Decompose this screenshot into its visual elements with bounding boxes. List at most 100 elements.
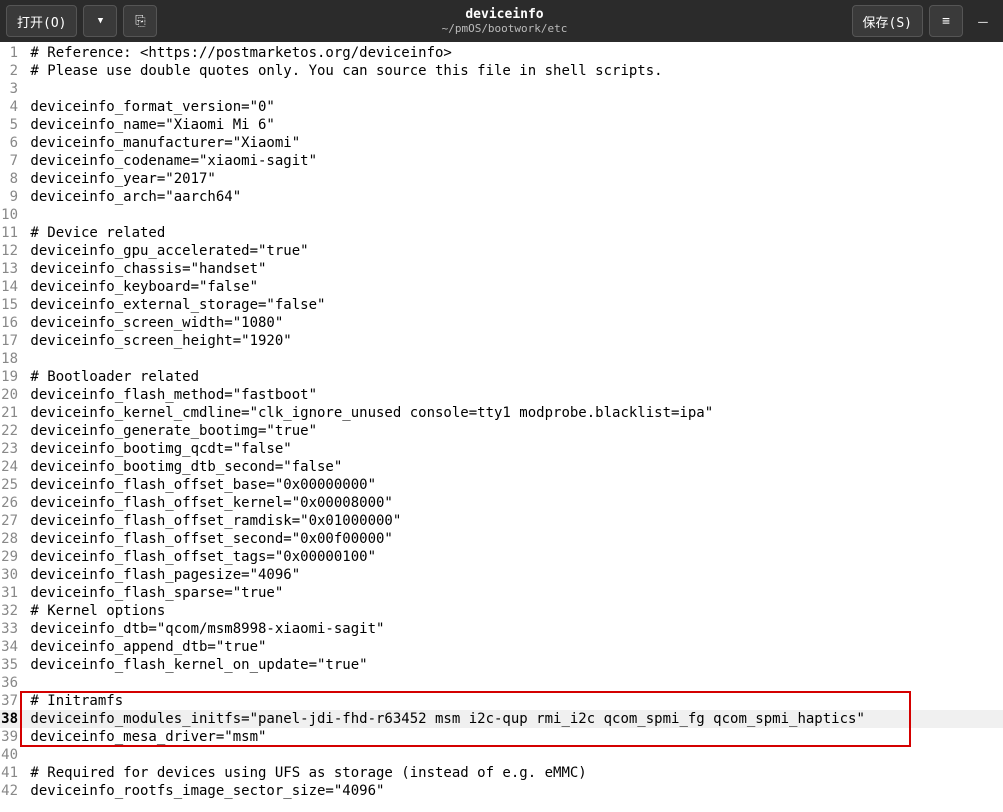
line-content: deviceinfo_kernel_cmdline="clk_ignore_un…	[22, 404, 713, 422]
code-line[interactable]: 12 deviceinfo_gpu_accelerated="true"	[0, 242, 1003, 260]
code-line[interactable]: 34 deviceinfo_append_dtb="true"	[0, 638, 1003, 656]
line-number: 15	[0, 296, 22, 314]
code-line[interactable]: 19 # Bootloader related	[0, 368, 1003, 386]
line-content: deviceinfo_flash_kernel_on_update="true"	[22, 656, 368, 674]
code-line[interactable]: 31 deviceinfo_flash_sparse="true"	[0, 584, 1003, 602]
code-line[interactable]: 41 # Required for devices using UFS as s…	[0, 764, 1003, 782]
code-line[interactable]: 22 deviceinfo_generate_bootimg="true"	[0, 422, 1003, 440]
line-number: 13	[0, 260, 22, 278]
code-line[interactable]: 32 # Kernel options	[0, 602, 1003, 620]
code-line[interactable]: 40	[0, 746, 1003, 764]
code-line[interactable]: 30 deviceinfo_flash_pagesize="4096"	[0, 566, 1003, 584]
line-content: deviceinfo_flash_offset_second="0x00f000…	[22, 530, 393, 548]
code-line[interactable]: 11 # Device related	[0, 224, 1003, 242]
code-line[interactable]: 33 deviceinfo_dtb="qcom/msm8998-xiaomi-s…	[0, 620, 1003, 638]
line-content: # Bootloader related	[22, 368, 199, 386]
line-content: deviceinfo_rootfs_image_sector_size="409…	[22, 782, 384, 800]
line-number: 40	[0, 746, 22, 764]
line-number: 32	[0, 602, 22, 620]
code-line[interactable]: 25 deviceinfo_flash_offset_base="0x00000…	[0, 476, 1003, 494]
line-number: 7	[0, 152, 22, 170]
open-button[interactable]: 打开(O)	[6, 5, 77, 37]
code-line[interactable]: 10	[0, 206, 1003, 224]
line-content: deviceinfo_codename="xiaomi-sagit"	[22, 152, 317, 170]
line-content: # Please use double quotes only. You can…	[22, 62, 663, 80]
code-line[interactable]: 13 deviceinfo_chassis="handset"	[0, 260, 1003, 278]
code-line[interactable]: 26 deviceinfo_flash_offset_kernel="0x000…	[0, 494, 1003, 512]
code-line[interactable]: 14 deviceinfo_keyboard="false"	[0, 278, 1003, 296]
line-content: deviceinfo_screen_height="1920"	[22, 332, 292, 350]
code-line[interactable]: 20 deviceinfo_flash_method="fastboot"	[0, 386, 1003, 404]
line-number: 26	[0, 494, 22, 512]
line-content: deviceinfo_flash_method="fastboot"	[22, 386, 317, 404]
line-number: 30	[0, 566, 22, 584]
line-number: 33	[0, 620, 22, 638]
code-line[interactable]: 35 deviceinfo_flash_kernel_on_update="tr…	[0, 656, 1003, 674]
code-line[interactable]: 8 deviceinfo_year="2017"	[0, 170, 1003, 188]
line-number: 24	[0, 458, 22, 476]
line-content: deviceinfo_flash_offset_ramdisk="0x01000…	[22, 512, 401, 530]
code-line[interactable]: 27 deviceinfo_flash_offset_ramdisk="0x01…	[0, 512, 1003, 530]
minimize-button[interactable]: —	[969, 12, 997, 31]
new-tab-button[interactable]: ⎘	[123, 5, 157, 37]
code-line[interactable]: 17 deviceinfo_screen_height="1920"	[0, 332, 1003, 350]
line-content: deviceinfo_generate_bootimg="true"	[22, 422, 317, 440]
line-number: 19	[0, 368, 22, 386]
code-line[interactable]: 24 deviceinfo_bootimg_dtb_second="false"	[0, 458, 1003, 476]
line-content	[22, 206, 30, 224]
code-line[interactable]: 2 # Please use double quotes only. You c…	[0, 62, 1003, 80]
line-content: # Required for devices using UFS as stor…	[22, 764, 587, 782]
line-content: deviceinfo_year="2017"	[22, 170, 216, 188]
line-number: 21	[0, 404, 22, 422]
editor-area[interactable]: 1 # Reference: <https://postmarketos.org…	[0, 42, 1003, 800]
code-line[interactable]: 18	[0, 350, 1003, 368]
line-content: deviceinfo_chassis="handset"	[22, 260, 266, 278]
line-content	[22, 80, 30, 98]
code-line[interactable]: 15 deviceinfo_external_storage="false"	[0, 296, 1003, 314]
code-line[interactable]: 39 deviceinfo_mesa_driver="msm"	[0, 728, 1003, 746]
open-recent-dropdown[interactable]: ▼	[83, 5, 117, 37]
code-line[interactable]: 9 deviceinfo_arch="aarch64"	[0, 188, 1003, 206]
code-line[interactable]: 37 # Initramfs	[0, 692, 1003, 710]
line-content: # Reference: <https://postmarketos.org/d…	[22, 44, 452, 62]
line-content	[22, 746, 30, 764]
line-number: 1	[0, 44, 22, 62]
code-line[interactable]: 28 deviceinfo_flash_offset_second="0x00f…	[0, 530, 1003, 548]
line-number: 37	[0, 692, 22, 710]
line-number: 27	[0, 512, 22, 530]
code-line[interactable]: 23 deviceinfo_bootimg_qcdt="false"	[0, 440, 1003, 458]
code-line[interactable]: 36	[0, 674, 1003, 692]
line-number: 20	[0, 386, 22, 404]
line-number: 38	[0, 710, 22, 728]
save-label: 保存(S)	[863, 12, 912, 31]
line-content: # Initramfs	[22, 692, 123, 710]
line-content: deviceinfo_flash_offset_tags="0x00000100…	[22, 548, 376, 566]
code-line[interactable]: 5 deviceinfo_name="Xiaomi Mi 6"	[0, 116, 1003, 134]
line-content: deviceinfo_flash_sparse="true"	[22, 584, 283, 602]
line-number: 3	[0, 80, 22, 98]
code-line[interactable]: 29 deviceinfo_flash_offset_tags="0x00000…	[0, 548, 1003, 566]
line-content: deviceinfo_modules_initfs="panel-jdi-fhd…	[22, 710, 865, 728]
line-content: deviceinfo_name="Xiaomi Mi 6"	[22, 116, 275, 134]
line-number: 22	[0, 422, 22, 440]
save-button[interactable]: 保存(S)	[852, 5, 923, 37]
code-line[interactable]: 42 deviceinfo_rootfs_image_sector_size="…	[0, 782, 1003, 800]
code-line[interactable]: 4 deviceinfo_format_version="0"	[0, 98, 1003, 116]
code-line[interactable]: 16 deviceinfo_screen_width="1080"	[0, 314, 1003, 332]
code-line[interactable]: 6 deviceinfo_manufacturer="Xiaomi"	[0, 134, 1003, 152]
line-content: deviceinfo_bootimg_dtb_second="false"	[22, 458, 342, 476]
line-number: 5	[0, 116, 22, 134]
code-line[interactable]: 38 deviceinfo_modules_initfs="panel-jdi-…	[0, 710, 1003, 728]
hamburger-icon: ≡	[942, 14, 950, 29]
code-line[interactable]: 7 deviceinfo_codename="xiaomi-sagit"	[0, 152, 1003, 170]
line-content: deviceinfo_external_storage="false"	[22, 296, 325, 314]
code-line[interactable]: 1 # Reference: <https://postmarketos.org…	[0, 44, 1003, 62]
line-content: deviceinfo_flash_offset_kernel="0x000080…	[22, 494, 393, 512]
line-number: 6	[0, 134, 22, 152]
menu-button[interactable]: ≡	[929, 5, 963, 37]
code-line[interactable]: 3	[0, 80, 1003, 98]
line-number: 42	[0, 782, 22, 800]
line-number: 39	[0, 728, 22, 746]
line-content: deviceinfo_append_dtb="true"	[22, 638, 266, 656]
code-line[interactable]: 21 deviceinfo_kernel_cmdline="clk_ignore…	[0, 404, 1003, 422]
